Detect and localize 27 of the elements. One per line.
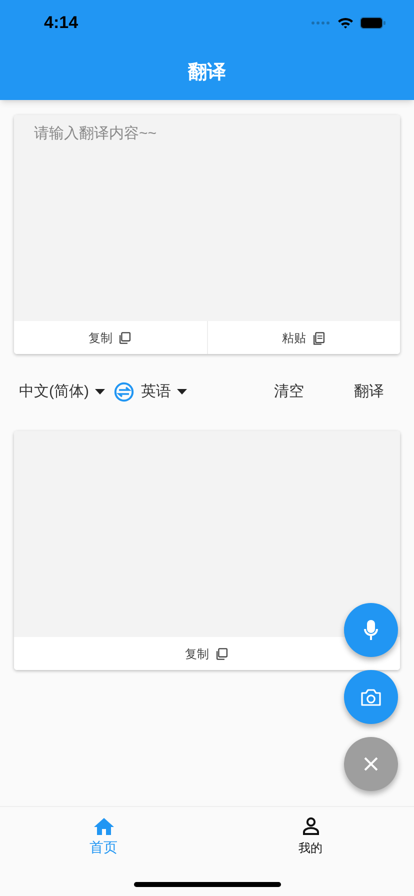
nav-tab[interactable]: 我的 bbox=[207, 817, 414, 857]
paste-icon bbox=[312, 330, 326, 344]
clear-button[interactable]: 清空 bbox=[274, 380, 304, 404]
person-icon bbox=[302, 817, 320, 835]
camera-icon bbox=[360, 688, 382, 706]
copy-icon bbox=[118, 330, 132, 344]
close-icon bbox=[364, 757, 378, 771]
copy-icon bbox=[215, 646, 229, 660]
status-time: 4:14 bbox=[44, 12, 78, 34]
wifi-icon bbox=[337, 17, 354, 29]
camera-button[interactable] bbox=[344, 670, 398, 724]
caret-icon bbox=[95, 389, 105, 395]
caret-icon bbox=[177, 389, 187, 395]
language-dropdown[interactable]: 英语 bbox=[141, 380, 187, 404]
microphone-icon bbox=[364, 619, 378, 641]
home-icon bbox=[94, 817, 114, 835]
swap-icon[interactable] bbox=[114, 382, 134, 402]
close-button[interactable] bbox=[344, 737, 398, 791]
translate-button[interactable]: 翻译 bbox=[354, 380, 384, 404]
battery-icon bbox=[360, 17, 386, 29]
input-field[interactable]: 请输入翻译内容~~ bbox=[14, 115, 400, 321]
app-title: 翻译 bbox=[188, 60, 226, 85]
language-dropdown[interactable]: 中文(简体) bbox=[19, 380, 105, 404]
paste-button[interactable]: 粘贴 bbox=[206, 321, 400, 354]
copy-button[interactable]: 复制 bbox=[14, 321, 206, 354]
copy-button[interactable]: 复制 bbox=[14, 637, 400, 670]
signal-icon bbox=[311, 21, 331, 25]
